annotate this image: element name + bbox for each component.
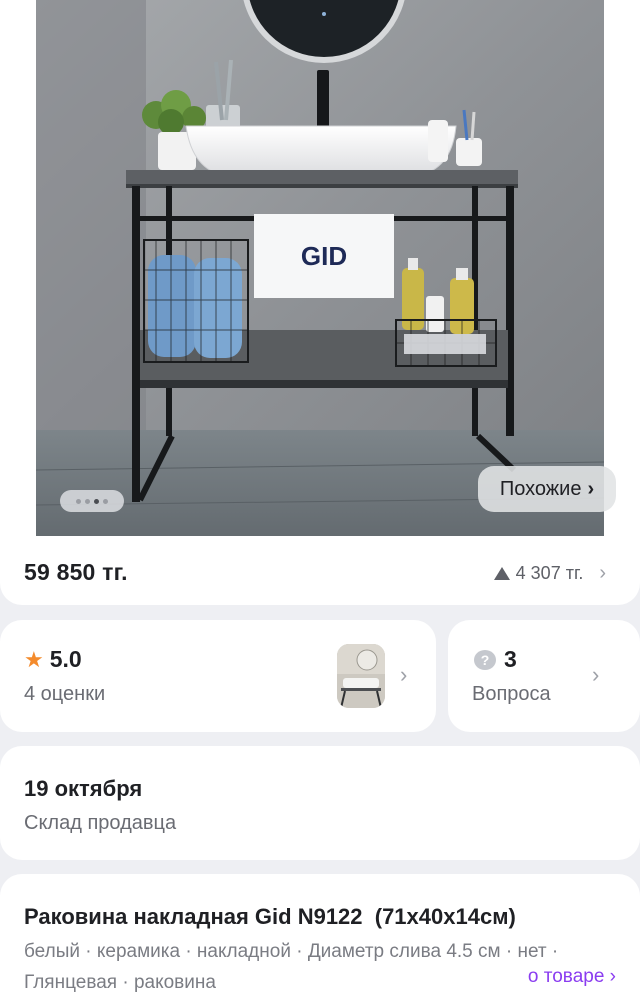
question-bubble-icon: ? <box>474 649 496 670</box>
product-title: Раковина накладная Gid N9122 (71x40x14см… <box>24 904 516 929</box>
rating-summary: ★ 5.0 <box>24 646 82 673</box>
similar-products-button[interactable]: Похожие › <box>478 466 616 512</box>
rating-count: 4 оценки <box>24 683 106 705</box>
delivery-source: Склад продавца <box>24 812 177 834</box>
rating-card[interactable]: ★ 5.0 4 оценки › <box>0 620 436 732</box>
delivery-date: 19 октября <box>24 776 143 801</box>
installment-price[interactable]: 4 307 тг. › <box>493 562 606 585</box>
rating-value: 5.0 <box>49 646 82 672</box>
questions-label: Вопроса <box>472 683 551 705</box>
gallery-dot[interactable] <box>85 498 90 504</box>
triangle-up-icon <box>493 567 510 580</box>
product-hero-card: GID Похожие › 59 850 тг. 4 307 тг. › <box>0 0 640 605</box>
questions-summary: ? 3 <box>474 646 517 673</box>
chevron-right-icon: › <box>599 562 606 584</box>
installment-price-value: 4 307 тг. <box>515 563 584 583</box>
gallery-dot[interactable] <box>103 498 108 504</box>
product-photo[interactable]: GID <box>36 0 604 536</box>
chevron-right-icon: › <box>592 662 600 687</box>
questions-count: 3 <box>504 646 517 672</box>
product-price: 59 850 тг. <box>24 559 128 585</box>
review-photo-illustration <box>337 644 385 708</box>
about-product-link[interactable]: о товаре › <box>528 966 616 988</box>
star-icon: ★ <box>24 646 44 672</box>
product-info-card: Раковина накладная Gid N9122 (71x40x14см… <box>0 874 640 999</box>
questions-card[interactable]: ? 3 Вопроса › <box>448 620 640 732</box>
review-photo-thumbnail[interactable] <box>337 644 385 708</box>
delivery-card[interactable]: 19 октября Склад продавца <box>0 746 640 860</box>
towel-brand: GID <box>301 241 347 271</box>
similar-products-label: Похожие <box>499 477 582 500</box>
product-photo-illustration: GID <box>36 0 604 536</box>
gallery-dot-active[interactable] <box>94 498 99 504</box>
gallery-dot[interactable] <box>76 498 81 504</box>
gallery-dots <box>60 490 124 512</box>
chevron-right-icon: › <box>400 662 408 687</box>
chevron-right-icon: › <box>587 477 595 500</box>
